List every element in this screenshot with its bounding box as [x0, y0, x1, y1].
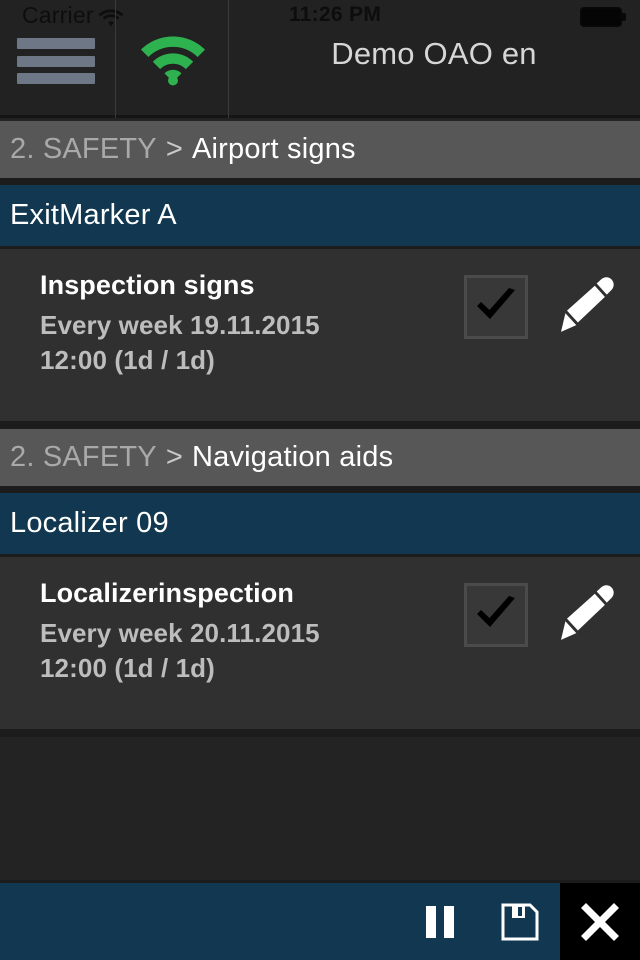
object-name-label: ExitMarker A [10, 199, 177, 231]
breadcrumb-current: Navigation aids [191, 441, 394, 473]
task-list[interactable]: 2. SAFETY > Airport signs ExitMarker A I… [0, 121, 640, 877]
task-actions [464, 583, 614, 647]
page-title: Demo OAO en [331, 36, 537, 71]
task-checkbox[interactable] [464, 583, 528, 647]
close-x-icon [581, 902, 619, 941]
task-title: Inspection signs [40, 270, 255, 300]
task-checkbox[interactable] [464, 275, 528, 339]
list-item[interactable]: Inspection signs Every week 19.11.2015 1… [0, 249, 640, 421]
divider [0, 486, 640, 493]
checkmark-icon [477, 288, 515, 319]
list-item[interactable]: Localizerinspection Every week 20.11.201… [0, 557, 640, 729]
breadcrumb-separator: > [165, 441, 183, 473]
task-schedule-line-2: 12:00 (1d / 1d) [40, 344, 215, 375]
bottom-toolbar [0, 880, 640, 960]
task-title: Localizerinspection [40, 578, 294, 608]
wifi-signal-icon [141, 36, 205, 86]
divider [0, 729, 640, 737]
hamburger-menu-icon[interactable] [17, 38, 95, 84]
object-name-label: Localizer 09 [10, 507, 169, 539]
pause-button[interactable] [400, 883, 480, 960]
task-actions [464, 275, 614, 339]
breadcrumb-current: Airport signs [191, 133, 356, 165]
divider [0, 178, 640, 185]
header-divider-right [228, 0, 229, 118]
breadcrumb-parent: 2. SAFETY [10, 441, 157, 473]
pencil-icon[interactable] [558, 275, 614, 335]
checkmark-icon [477, 596, 515, 627]
pause-icon [426, 905, 454, 938]
app-root: Carrier 11:26 PM Demo OAO en 2. SAFETY >… [0, 0, 640, 960]
breadcrumb-parent: 2. SAFETY [10, 133, 157, 165]
task-schedule-line-2: 12:00 (1d / 1d) [40, 652, 215, 683]
task-schedule-line-1: Every week 20.11.2015 [40, 618, 320, 649]
header-divider-left [115, 0, 116, 118]
pencil-icon[interactable] [558, 583, 614, 643]
save-button[interactable] [480, 883, 560, 960]
divider [0, 421, 640, 429]
object-header[interactable]: ExitMarker A [0, 185, 640, 246]
floppy-disk-icon [501, 903, 539, 940]
battery-full-icon [580, 7, 626, 27]
breadcrumb[interactable]: 2. SAFETY > Navigation aids [0, 429, 640, 486]
breadcrumb-separator: > [165, 133, 183, 165]
status-bar: Carrier 11:26 PM [0, 0, 640, 30]
object-header[interactable]: Localizer 09 [0, 493, 640, 554]
task-text-block: Inspection signs Every week 19.11.2015 1… [40, 271, 470, 377]
close-button[interactable] [560, 883, 640, 960]
app-header: Carrier 11:26 PM Demo OAO en [0, 0, 640, 118]
task-schedule-line-1: Every week 19.11.2015 [40, 310, 320, 341]
breadcrumb[interactable]: 2. SAFETY > Airport signs [0, 121, 640, 178]
task-text-block: Localizerinspection Every week 20.11.201… [40, 579, 470, 685]
clock-label: 11:26 PM [288, 3, 382, 26]
